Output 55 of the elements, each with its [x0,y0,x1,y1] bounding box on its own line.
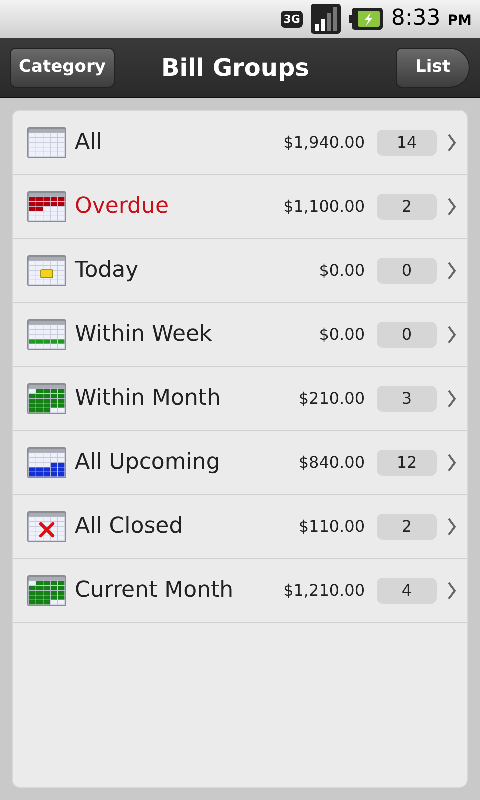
clock: 8:33 PM [391,8,472,30]
calendar-icon [27,254,67,286]
chevron-right-icon [447,516,457,536]
group-name: Current Month [75,577,235,605]
bill-group-row[interactable]: Within Week $0.00 0 [13,303,467,367]
group-name: Overdue [75,193,170,221]
count-badge: 0 [377,322,437,348]
battery-icon [349,8,384,30]
bill-group-row[interactable]: All Closed $110.00 2 [13,495,467,559]
group-amount: $0.00 [319,260,365,282]
count-badge: 2 [377,194,437,220]
calendar-icon [27,318,67,350]
chevron-right-icon [447,132,457,152]
chevron-right-icon [447,260,457,280]
chevron-right-icon [447,388,457,408]
count-badge: 4 [377,578,437,604]
group-amount: $840.00 [298,452,365,474]
group-name: All [75,129,104,157]
bill-group-row[interactable]: Current Month $1,210.00 4 [13,559,467,623]
chevron-right-icon [447,580,457,600]
group-amount: $110.00 [298,516,365,538]
group-name: All Upcoming [75,449,222,477]
calendar-icon [27,126,67,158]
calendar-icon [27,446,67,478]
count-badge: 3 [377,386,437,412]
group-amount: $0.00 [319,324,365,346]
chevron-right-icon [447,452,457,472]
bill-group-row[interactable]: Today $0.00 0 [13,239,467,303]
group-name: Today [75,257,140,285]
calendar-icon [27,382,67,414]
group-amount: $1,100.00 [284,196,365,218]
count-badge: 0 [377,258,437,284]
group-amount: $210.00 [298,388,365,410]
count-badge: 14 [377,130,437,156]
group-name: All Closed [75,513,184,541]
bill-group-row[interactable]: All $1,940.00 14 [13,111,467,175]
group-name: Within Month [75,385,222,413]
group-name: Within Week [75,321,214,349]
calendar-icon [27,574,67,606]
signal-icon [311,4,342,34]
count-badge: 2 [377,514,437,540]
chevron-right-icon [447,324,457,344]
chevron-right-icon [447,196,457,216]
bill-group-row[interactable]: Overdue $1,100.00 2 [13,175,467,239]
bill-group-row[interactable]: Within Month $210.00 3 [13,367,467,431]
category-button[interactable]: Category [10,48,115,88]
bill-group-row[interactable]: All Upcoming $840.00 12 [13,431,467,495]
group-amount: $1,940.00 [284,132,365,154]
count-badge: 12 [377,450,437,476]
network-indicator: 3G [280,10,304,28]
calendar-icon [27,190,67,222]
list-button[interactable]: List [396,48,470,88]
calendar-cross-icon [27,510,67,542]
group-amount: $1,210.00 [284,580,365,602]
screen-title: Bill Groups [162,52,310,84]
